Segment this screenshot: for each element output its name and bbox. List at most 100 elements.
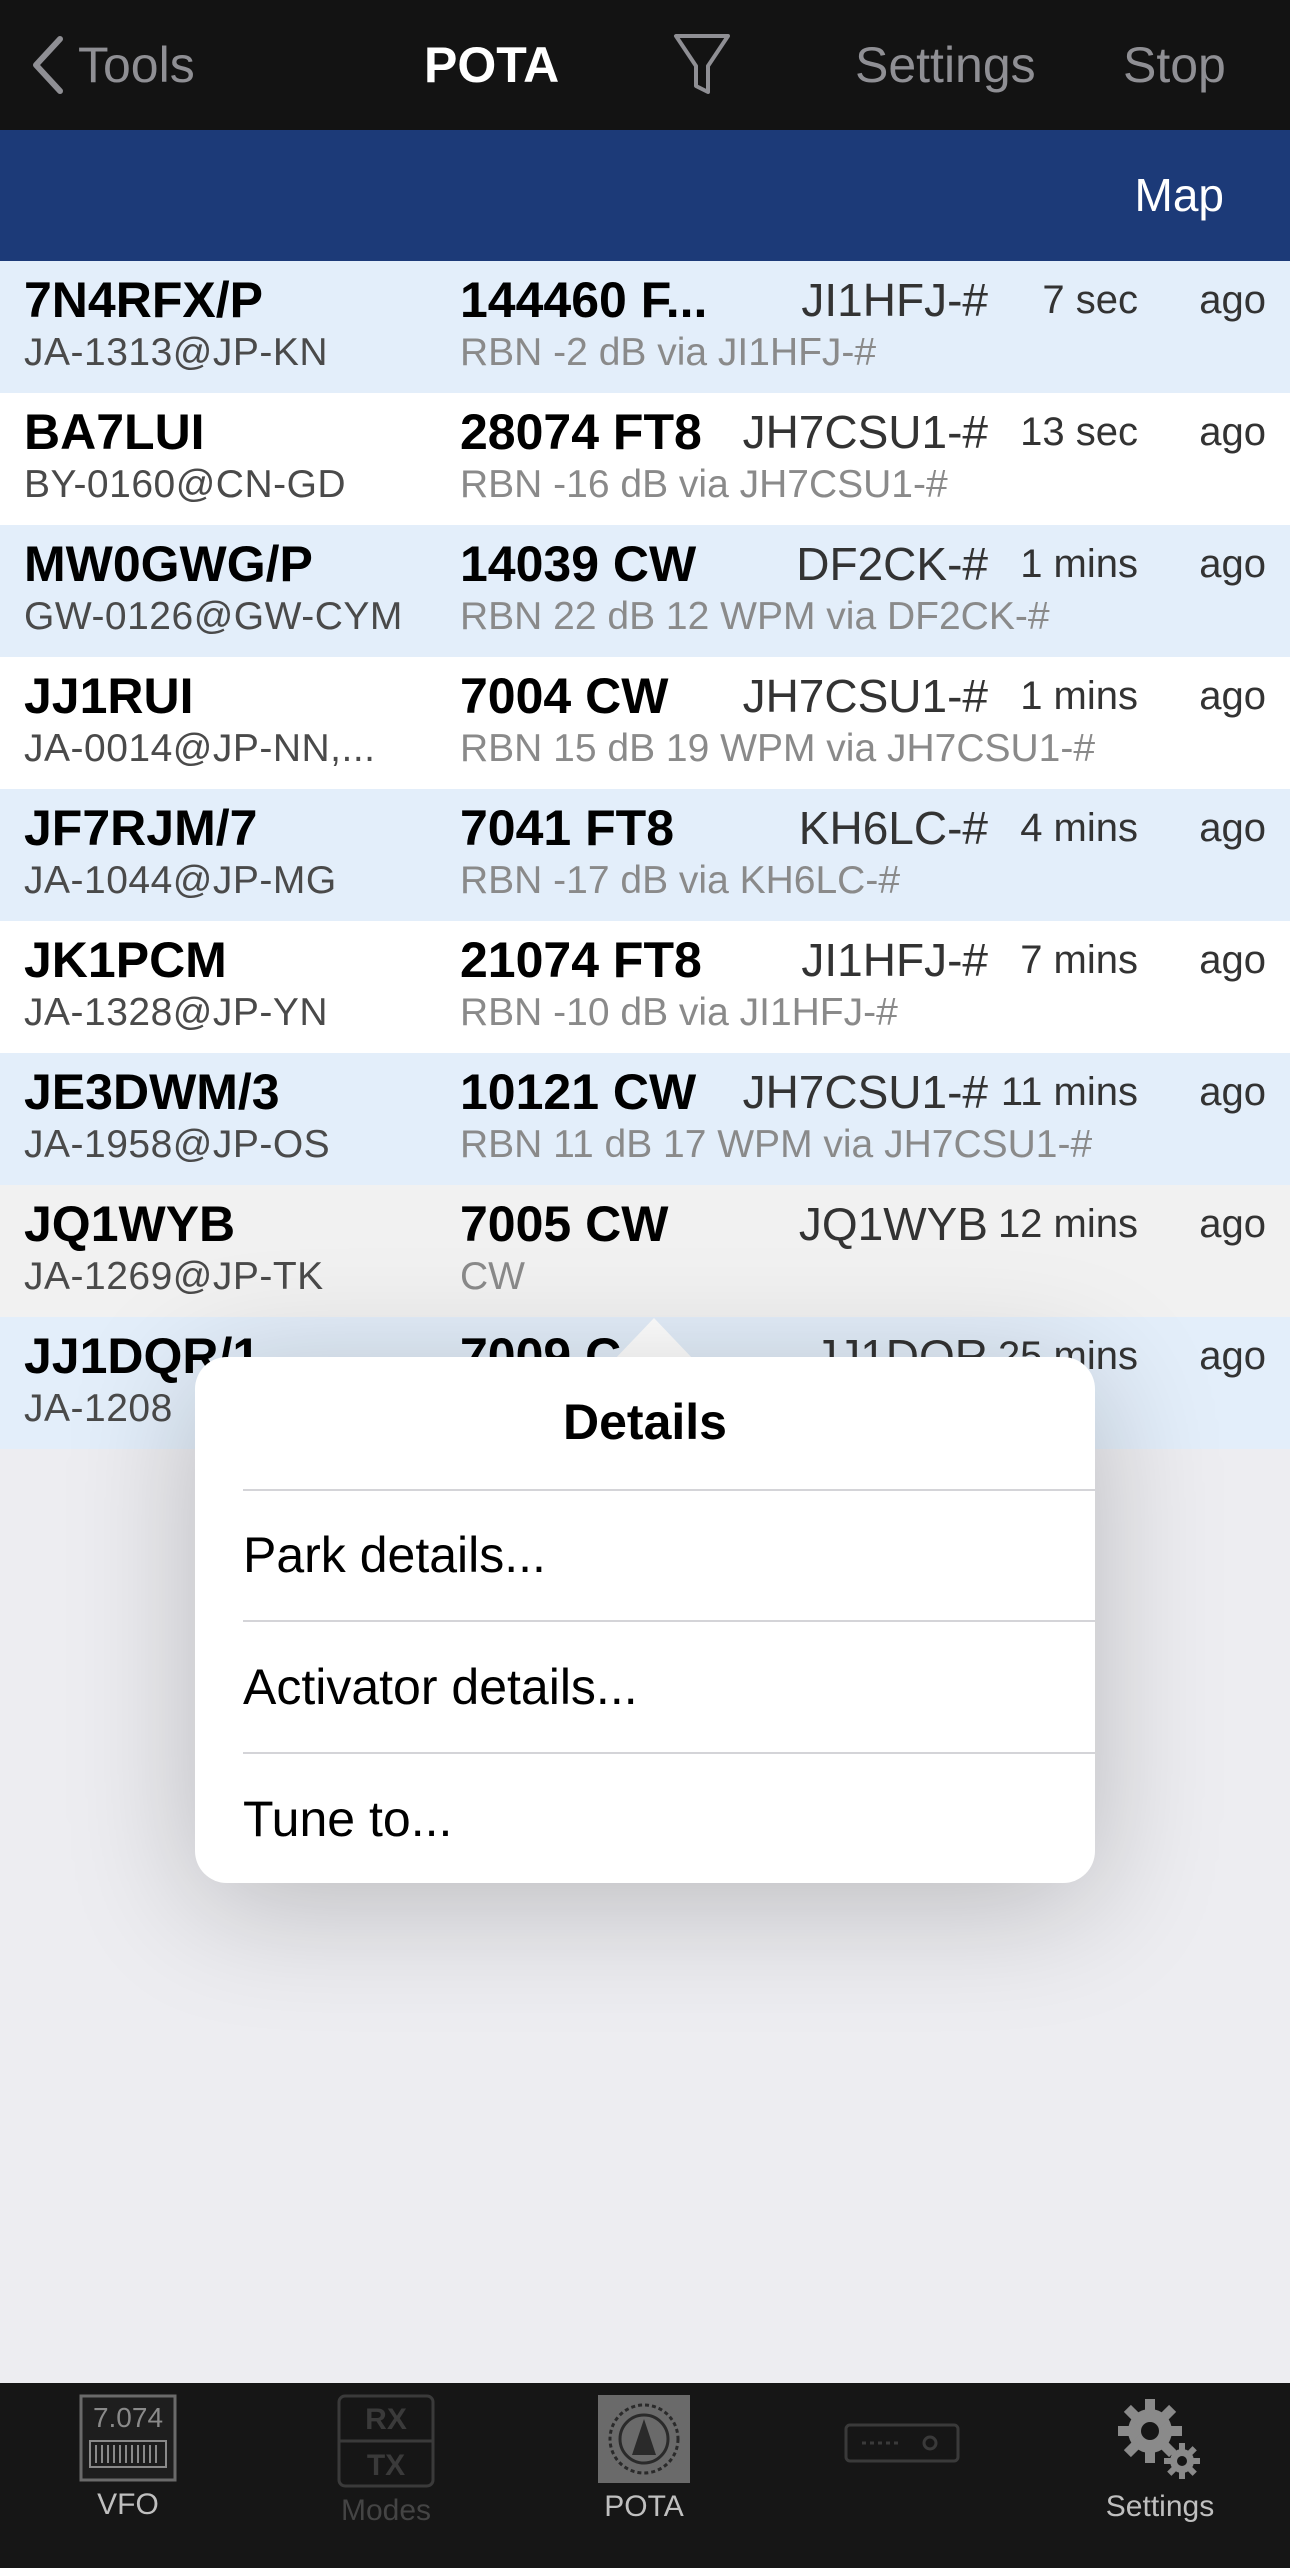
tab-radio[interactable] [802, 2393, 1002, 2487]
park-reference: JA-1328@JP-YN [24, 991, 329, 1034]
park-reference: JA-1269@JP-TK [24, 1255, 324, 1298]
spot-comment: RBN -10 dB via JI1HFJ-# [460, 991, 898, 1034]
modes-tx-label: TX [367, 2449, 405, 2482]
spot-row[interactable]: JF7RJM/7 JA-1044@JP-MG 7041 FT8 KH6LC-# … [0, 789, 1290, 921]
spotter-callsign: DF2CK-# [796, 538, 988, 590]
map-button[interactable]: Map [1135, 162, 1224, 228]
radio-icon [844, 2423, 960, 2463]
activator-callsign: JE3DWM/3 [24, 1064, 280, 1120]
activator-callsign: JQ1WYB [24, 1196, 236, 1252]
spot-age-suffix: ago [1199, 938, 1266, 982]
frequency-mode: 7005 CW [460, 1196, 669, 1252]
spot-age-suffix: ago [1199, 410, 1266, 454]
spot-comment: RBN -2 dB via JI1HFJ-# [460, 331, 877, 374]
spot-age-suffix: ago [1199, 278, 1266, 322]
spot-comment: RBN -17 dB via KH6LC-# [460, 859, 901, 902]
activator-details-menu-item[interactable]: Activator details... [243, 1652, 638, 1722]
spot-age-suffix: ago [1199, 1334, 1266, 1378]
spot-row[interactable]: JQ1WYB JA-1269@JP-TK 7005 CW JQ1WYB 12 m… [0, 1185, 1290, 1317]
tab-label-pota: POTA [604, 2490, 684, 2523]
tab-vfo[interactable]: 7.074 VFO [28, 2393, 228, 2525]
spotter-callsign: JH7CSU1-# [742, 670, 988, 722]
park-reference: JA-0014@JP-NN,... [24, 727, 376, 770]
frequency-mode: 28074 FT8 [460, 404, 702, 460]
spot-age-suffix: ago [1199, 542, 1266, 586]
activator-callsign: JJ1RUI [24, 668, 194, 724]
tab-settings[interactable]: Settings [1060, 2393, 1260, 2527]
popover-title: Details [563, 1394, 727, 1450]
tab-label-settings: Settings [1105, 2490, 1215, 2523]
activator-callsign: JF7RJM/7 [24, 800, 258, 856]
page-title: POTA [424, 37, 560, 93]
spot-age-suffix: ago [1199, 1202, 1266, 1246]
frequency-mode: 7041 FT8 [460, 800, 675, 856]
spot-row[interactable]: MW0GWG/P GW-0126@GW-CYM 14039 CW DF2CK-#… [0, 525, 1290, 657]
spot-comment: RBN -16 dB via JH7CSU1-# [460, 463, 948, 506]
spot-age: 7 sec [1042, 278, 1138, 322]
spot-age: 1 mins [1020, 674, 1138, 718]
details-popover: Details Park details... Activator detail… [195, 1357, 1095, 1883]
spotter-callsign: JH7CSU1-# [742, 406, 988, 458]
spot-row[interactable]: JK1PCM JA-1328@JP-YN 21074 FT8 JI1HFJ-# … [0, 921, 1290, 1053]
tab-label-modes: Modes [340, 2494, 432, 2527]
spot-row[interactable]: 7N4RFX/P JA-1313@JP-KN 144460 F... JI1HF… [0, 261, 1290, 393]
spotter-callsign: KH6LC-# [798, 802, 988, 854]
spot-comment: RBN 22 dB 12 WPM via DF2CK-# [460, 595, 1050, 638]
spot-row[interactable]: JE3DWM/3 JA-1958@JP-OS 10121 CW JH7CSU1-… [0, 1053, 1290, 1185]
spotter-callsign: JI1HFJ-# [801, 934, 988, 986]
activator-callsign: JK1PCM [24, 932, 227, 988]
filter-button[interactable] [672, 28, 732, 116]
vfo-icon: 7.074 [79, 2394, 177, 2482]
park-reference: JA-1958@JP-OS [24, 1123, 331, 1166]
tab-bar: 7.074 VFO RX TX Modes POTA Settings [0, 2383, 1290, 2568]
tab-label-vfo: VFO [97, 2488, 159, 2521]
frequency-mode: 14039 CW [460, 536, 697, 592]
spot-age-suffix: ago [1199, 806, 1266, 850]
spot-age: 1 mins [1020, 542, 1138, 586]
back-label: Tools [78, 37, 195, 93]
spot-comment: RBN 15 dB 19 WPM via JH7CSU1-# [460, 727, 1096, 770]
vfo-readout: 7.074 [93, 2402, 163, 2433]
spot-age-suffix: ago [1199, 1070, 1266, 1114]
park-reference: JA-1044@JP-MG [24, 859, 337, 902]
activator-callsign: BA7LUI [24, 404, 205, 460]
back-button[interactable]: Tools [30, 30, 195, 100]
gear-icon [1118, 2399, 1200, 2479]
stop-button[interactable]: Stop [1123, 30, 1226, 100]
spotter-callsign: JI1HFJ-# [801, 274, 988, 326]
frequency-mode: 144460 F... [460, 272, 708, 328]
settings-button[interactable]: Settings [855, 30, 1036, 100]
spot-age-suffix: ago [1199, 674, 1266, 718]
frequency-mode: 7004 CW [460, 668, 669, 724]
divider [243, 1489, 1095, 1491]
tune-to-menu-item[interactable]: Tune to... [243, 1784, 452, 1854]
park-reference: BY-0160@CN-GD [24, 463, 347, 506]
filter-icon [674, 34, 730, 94]
spotter-callsign: JQ1WYB [798, 1198, 988, 1250]
park-details-menu-item[interactable]: Park details... [243, 1520, 546, 1590]
activator-callsign: 7N4RFX/P [24, 272, 263, 328]
frequency-mode: 21074 FT8 [460, 932, 702, 988]
pota-icon [598, 2395, 690, 2483]
spot-age: 7 mins [1020, 938, 1138, 982]
spot-row[interactable]: BA7LUI BY-0160@CN-GD 28074 FT8 JH7CSU1-#… [0, 393, 1290, 525]
toolbar: Map [0, 130, 1290, 261]
spot-age: 13 sec [1020, 410, 1138, 454]
activator-callsign: MW0GWG/P [24, 536, 313, 592]
chevron-left-icon [33, 36, 63, 94]
park-reference: JA-1313@JP-KN [24, 331, 329, 374]
modes-icon: RX TX [337, 2394, 435, 2488]
tab-modes[interactable]: RX TX Modes [286, 2393, 486, 2531]
spot-list: 7N4RFX/P JA-1313@JP-KN 144460 F... JI1HF… [0, 261, 1290, 1449]
frequency-mode: 10121 CW [460, 1064, 697, 1120]
spot-row[interactable]: JJ1RUI JA-0014@JP-NN,... 7004 CW JH7CSU1… [0, 657, 1290, 789]
tab-pota[interactable]: POTA [544, 2393, 744, 2527]
park-reference: GW-0126@GW-CYM [24, 595, 403, 638]
park-reference: JA-1208 [24, 1387, 173, 1430]
spot-comment: RBN 11 dB 17 WPM via JH7CSU1-# [460, 1123, 1093, 1166]
spot-age: 12 mins [997, 1202, 1138, 1246]
navigation-bar: Tools POTA Settings Stop [0, 0, 1290, 130]
divider [243, 1620, 1095, 1622]
spot-comment: CW [460, 1255, 525, 1298]
divider [243, 1752, 1095, 1754]
